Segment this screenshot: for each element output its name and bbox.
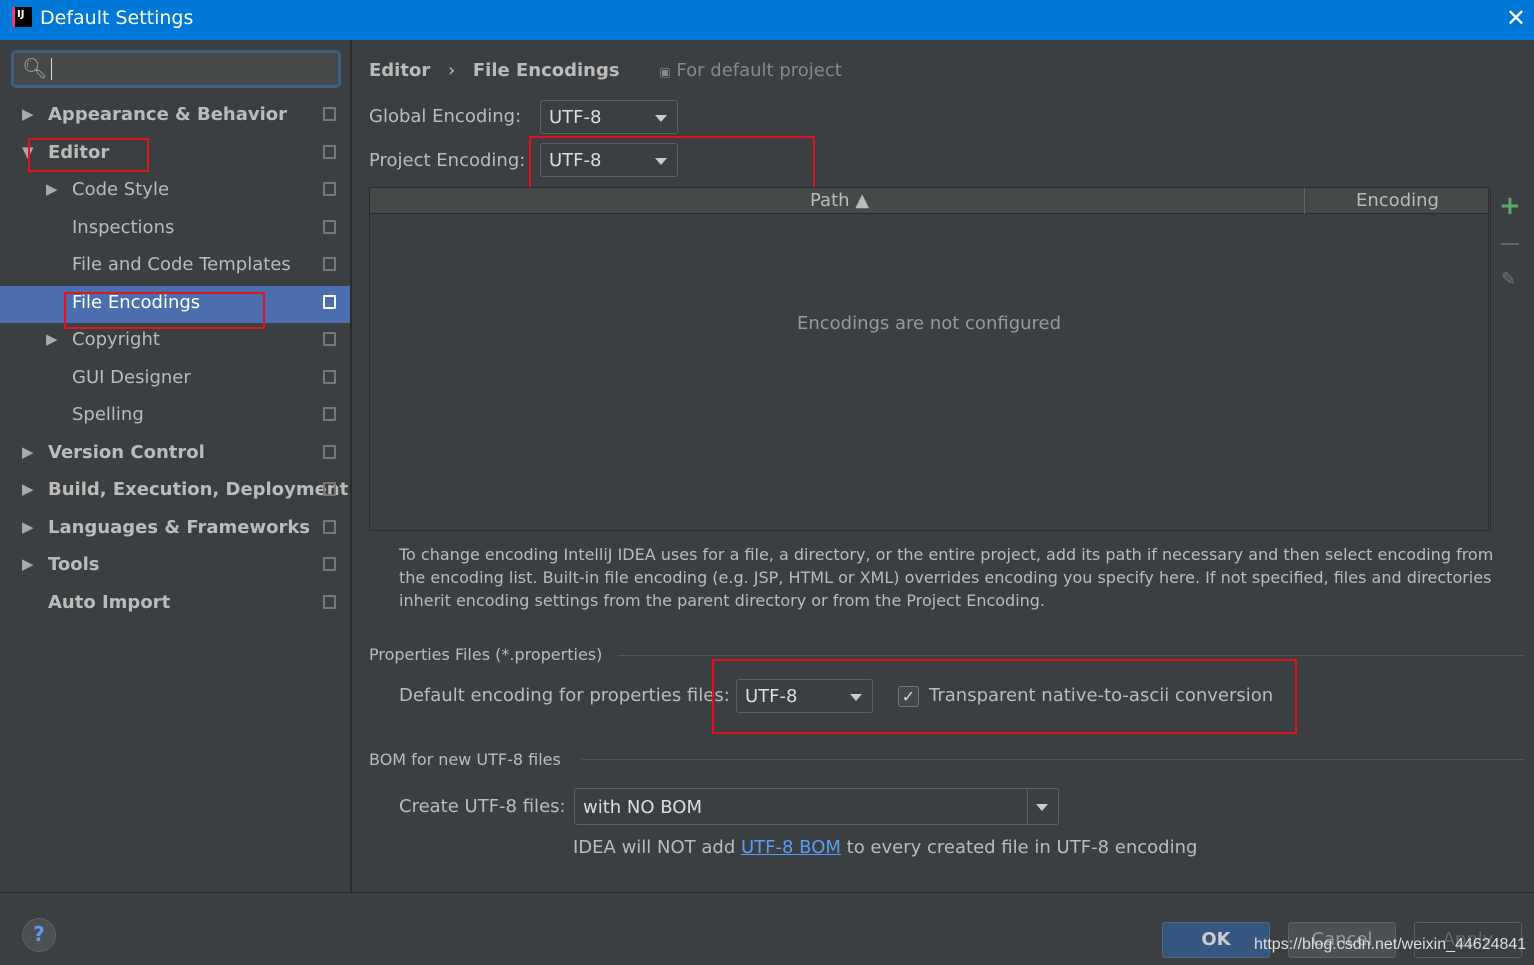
sidebar-item-label: Inspections: [72, 216, 175, 238]
copy-settings-icon: [323, 294, 336, 309]
intellij-logo-icon: IJ: [12, 7, 32, 27]
search-icon: 🔍︎: [22, 56, 48, 80]
encodings-table[interactable]: Path ▲ Encoding Encodings are not config…: [369, 187, 1489, 531]
copy-settings-icon: [323, 557, 336, 571]
copy-settings-icon: [323, 594, 336, 609]
copy-settings-icon: [323, 482, 336, 496]
properties-encoding-label: Default encoding for properties files:: [399, 685, 730, 706]
create-utf8-label: Create UTF-8 files:: [399, 796, 566, 817]
scope-label: For default project: [676, 60, 842, 81]
edit-pencil-icon[interactable]: ✎: [1501, 269, 1516, 290]
copy-settings-icon: [323, 107, 336, 121]
bom-select[interactable]: with NO BOM: [574, 788, 1059, 825]
copy-settings-icon: [323, 519, 336, 534]
window-title: Default Settings: [40, 7, 194, 29]
help-text: To change encoding IntelliJ IDEA uses fo…: [399, 545, 1494, 610]
title-bar: IJ Default Settings ✕: [0, 0, 1534, 40]
highlight-box: [712, 659, 1297, 734]
sidebar-item-spelling[interactable]: Spelling: [0, 398, 350, 435]
sidebar-item-label: GUI Designer: [72, 366, 191, 388]
expand-arrow-icon[interactable]: ▶: [46, 330, 58, 348]
expand-arrow-icon[interactable]: ▶: [22, 518, 34, 536]
sidebar-item-label: Spelling: [72, 404, 144, 425]
sidebar-item-label: Code Style: [72, 179, 170, 200]
copy-settings-icon: [323, 407, 336, 421]
copy-settings-icon: [323, 444, 336, 459]
copy-icon: ▣: [659, 65, 671, 79]
breadcrumb-separator: ›: [447, 60, 456, 81]
copy-settings-icon: [323, 182, 336, 196]
copy-settings-icon: [323, 332, 336, 346]
expand-arrow-icon[interactable]: ▶: [22, 555, 34, 573]
sidebar-item-gui-designer[interactable]: GUI Designer: [0, 361, 350, 398]
close-icon[interactable]: ✕: [1506, 4, 1526, 32]
sidebar-item-tools[interactable]: ▶ Tools: [0, 548, 350, 585]
sidebar-item-label: Appearance & Behavior: [48, 104, 288, 125]
copy-settings-icon: [323, 257, 336, 271]
sidebar-item-auto-import[interactable]: Auto Import: [0, 586, 350, 623]
highlight-box: [28, 138, 149, 172]
expand-arrow-icon[interactable]: ▶: [22, 443, 34, 461]
global-encoding-select[interactable]: UTF-8: [540, 100, 678, 134]
sidebar-item-languages-frameworks[interactable]: ▶ Languages & Frameworks: [0, 511, 350, 548]
sidebar-item-label: Version Control: [48, 441, 205, 463]
search-input[interactable]: 🔍︎: [11, 50, 341, 88]
copy-settings-icon: [323, 219, 336, 234]
chevron-down-icon: [655, 115, 667, 122]
expand-arrow-icon[interactable]: ▶: [46, 180, 58, 198]
copy-settings-icon: [323, 144, 336, 159]
add-icon[interactable]: +: [1499, 191, 1521, 221]
text-cursor: [51, 58, 52, 80]
sidebar-item-label: File and Code Templates: [72, 254, 291, 275]
bom-section-title: BOM for new UTF-8 files: [369, 750, 561, 769]
table-toolbar: + ✎: [1490, 187, 1530, 531]
sidebar-item-label: Tools: [48, 554, 100, 575]
project-encoding-label: Project Encoding:: [369, 150, 526, 171]
sidebar-item-label: Build, Execution, Deployment: [48, 479, 349, 500]
expand-arrow-icon[interactable]: ▶: [22, 480, 34, 498]
expand-arrow-icon[interactable]: ▶: [22, 105, 34, 123]
breadcrumb: Editor › File Encodings ▣ For default pr…: [369, 60, 842, 81]
table-header: Path ▲ Encoding: [370, 188, 1488, 214]
sidebar-item-code-style[interactable]: ▶ Code Style: [0, 173, 350, 210]
sidebar-item-appearance-behavior[interactable]: ▶ Appearance & Behavior: [0, 98, 350, 135]
sidebar-item-version-control[interactable]: ▶ Version Control: [0, 436, 350, 473]
copy-settings-icon: [323, 369, 336, 384]
column-encoding[interactable]: Encoding: [1356, 190, 1439, 211]
global-encoding-label: Global Encoding:: [369, 106, 522, 127]
chevron-down-icon: [1036, 804, 1048, 811]
column-path[interactable]: Path ▲: [810, 190, 869, 211]
sidebar-item-build-execution-deployment[interactable]: ▶ Build, Execution, Deployment: [0, 473, 350, 510]
utf8-bom-link[interactable]: UTF-8 BOM: [741, 837, 841, 858]
highlight-box: [529, 136, 815, 191]
sidebar-item-label: Auto Import: [48, 591, 171, 613]
sidebar-item-label: Copyright: [72, 329, 160, 350]
sidebar-item-file-and-code-templates[interactable]: File and Code Templates: [0, 248, 350, 285]
help-button[interactable]: ?: [22, 918, 56, 952]
sidebar-item-label: Languages & Frameworks: [48, 516, 311, 538]
highlight-box: [64, 292, 265, 329]
properties-section-title: Properties Files (*.properties): [369, 645, 603, 664]
bom-note: IDEA will NOT add UTF-8 BOM to every cre…: [573, 837, 1198, 858]
sidebar-item-inspections[interactable]: Inspections: [0, 211, 350, 248]
watermark: https://blog.csdn.net/weixin_44624841: [1254, 936, 1527, 953]
breadcrumb-current: File Encodings: [472, 60, 620, 81]
breadcrumb-parent[interactable]: Editor: [369, 60, 430, 81]
empty-table-text: Encodings are not configured: [796, 313, 1062, 334]
remove-icon[interactable]: [1501, 243, 1519, 245]
